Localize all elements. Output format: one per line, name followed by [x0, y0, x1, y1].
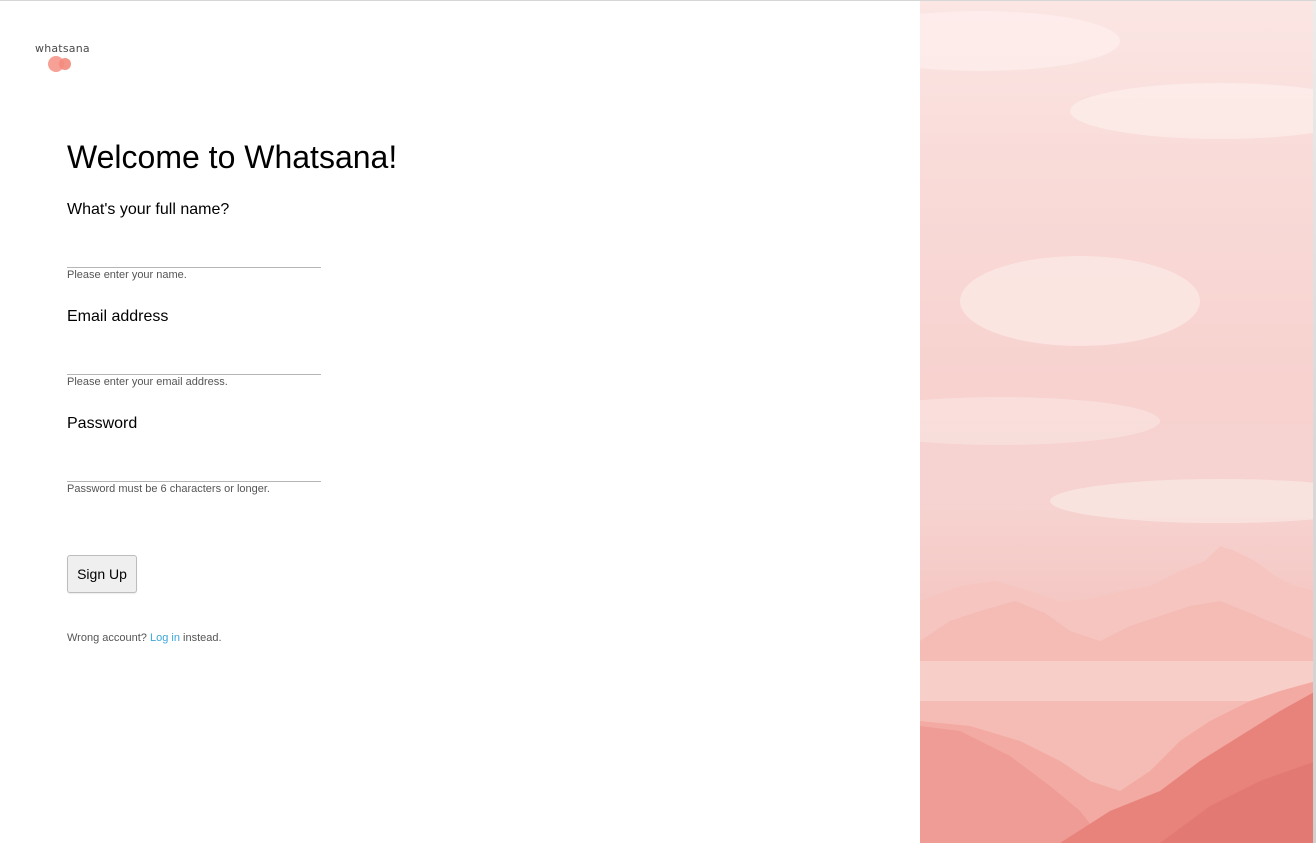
full-name-label: What's your full name?	[67, 201, 230, 218]
email-hint: Please enter your email address.	[67, 376, 228, 388]
login-prompt-suffix: instead.	[183, 632, 222, 644]
signup-form: Welcome to Whatsana! What's your full na…	[67, 137, 467, 644]
password-label: Password	[67, 415, 138, 432]
mountain-landscape-illustration	[920, 11, 1316, 843]
password-hint: Password must be 6 characters or longer.	[67, 483, 270, 495]
signup-pane: whatsana Welcome to Whatsana! What's you…	[0, 1, 920, 843]
log-in-link[interactable]: Log in	[150, 632, 180, 644]
login-prompt: Wrong account? Log in instead.	[67, 632, 222, 645]
email-input[interactable]	[67, 352, 321, 375]
sign-up-button[interactable]: Sign Up	[67, 555, 137, 593]
page-title: Welcome to Whatsana!	[67, 139, 398, 175]
logo-wordmark: whatsana	[35, 42, 90, 55]
email-label: Email address	[67, 308, 169, 325]
password-input[interactable]	[67, 459, 321, 482]
brand-logo: whatsana	[35, 43, 95, 75]
full-name-hint: Please enter your name.	[67, 269, 187, 281]
hero-mountain-image	[920, 1, 1316, 843]
full-name-input[interactable]	[67, 245, 321, 268]
logo-circle-small-icon	[59, 58, 71, 70]
login-prompt-prefix: Wrong account?	[67, 632, 147, 644]
